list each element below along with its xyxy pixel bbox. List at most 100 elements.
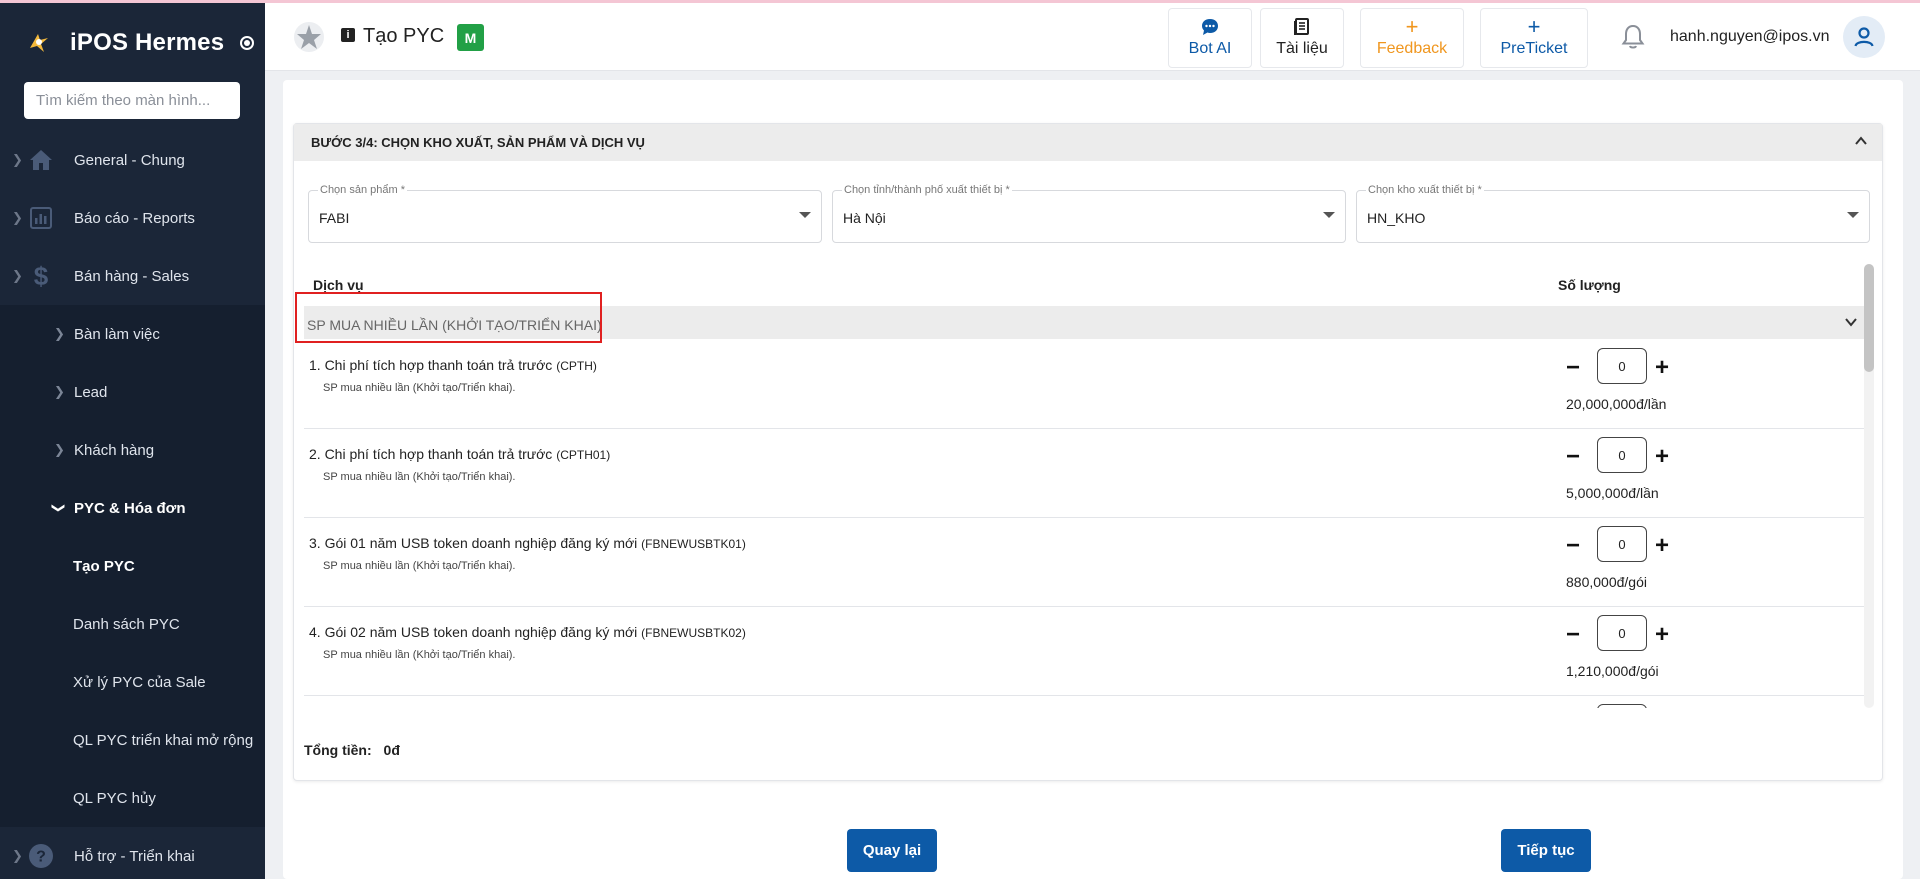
province-select-label: Chọn tỉnh/thành phố xuất thiết bị * xyxy=(842,184,1012,196)
back-button[interactable]: Quay lại xyxy=(847,829,937,872)
chevron-down-icon[interactable] xyxy=(1844,315,1858,329)
document-icon xyxy=(1293,18,1311,38)
product-select-label: Chọn sản phẩm * xyxy=(318,184,407,196)
decrement-button[interactable]: − xyxy=(1566,356,1580,380)
tai-lieu-button[interactable]: Tài liệu xyxy=(1260,8,1344,68)
step-title: BƯỚC 3/4: CHỌN KHO XUẤT, SẢN PHẨM VÀ DỊC… xyxy=(311,135,645,150)
dropdown-arrow-icon xyxy=(799,212,811,218)
item-description: SP mua nhiều lần (Khởi tạo/Triển khai). xyxy=(323,382,516,394)
province-select-value: Hà Nội xyxy=(843,210,886,226)
chevron-right-icon: ❯ xyxy=(12,268,23,283)
info-icon[interactable]: i xyxy=(341,28,355,42)
quantity-column-header: Số lượng xyxy=(1558,277,1621,293)
chevron-right-icon: ❯ xyxy=(12,848,23,863)
chevron-up-icon[interactable] xyxy=(1854,134,1868,148)
top-header: i Tạo PYC M Bot AI Tài liệu + Feedback +… xyxy=(265,3,1920,71)
item-description: SP mua nhiều lần (Khởi tạo/Triển khai). xyxy=(323,471,516,483)
app-name: iPOS Hermes xyxy=(70,29,225,56)
service-column-header: Dịch vụ xyxy=(313,277,364,293)
dropdown-arrow-icon xyxy=(1323,212,1335,218)
step-header[interactable]: BƯỚC 3/4: CHỌN KHO XUẤT, SẢN PHẨM VÀ DỊC… xyxy=(294,124,1882,161)
sidebar-item-tao-pyc[interactable]: Tạo PYC xyxy=(0,537,265,595)
user-avatar-icon[interactable] xyxy=(1843,16,1885,58)
bot-ai-button[interactable]: Bot AI xyxy=(1168,8,1252,68)
warehouse-select[interactable]: Chọn kho xuất thiết bị * HN_KHO xyxy=(1356,184,1870,243)
sidebar-item-danh-sach-pyc[interactable]: Danh sách PYC xyxy=(0,595,265,653)
item-name: 3. Gói 01 năm USB token doanh nghiệp đăn… xyxy=(309,535,746,551)
sidebar-item-ho-tro[interactable]: ❯ ? Hỗ trợ - Triển khai xyxy=(0,827,265,879)
increment-button[interactable]: + xyxy=(1655,356,1669,380)
home-icon xyxy=(28,147,54,173)
ipos-logo-icon xyxy=(30,34,48,52)
warehouse-select-label: Chọn kho xuất thiết bị * xyxy=(1366,184,1484,196)
list-item: 1. Chi phí tích hợp thanh toán trả trước… xyxy=(304,340,1864,429)
item-description: SP mua nhiều lần (Khởi tạo/Triển khai). xyxy=(323,649,516,661)
list-item: 3. Gói 01 năm USB token doanh nghiệp đăn… xyxy=(304,518,1864,607)
item-price: 5,000,000đ/lần xyxy=(1566,485,1659,501)
sidebar-item-ban-lam-viec[interactable]: ❯ Bàn làm việc xyxy=(0,305,265,363)
sidebar-item-label: Báo cáo - Reports xyxy=(74,209,195,227)
dropdown-arrow-icon xyxy=(1847,212,1859,218)
next-button[interactable]: Tiếp tục xyxy=(1501,829,1591,872)
sidebar-item-label: Bàn làm việc xyxy=(74,325,160,343)
list-item: 4. Gói 02 năm USB token doanh nghiệp đăn… xyxy=(304,607,1864,696)
sidebar-item-xu-ly-pyc[interactable]: Xử lý PYC của Sale xyxy=(0,653,265,711)
decrement-button[interactable]: − xyxy=(1566,445,1580,469)
quantity-input[interactable]: 0 xyxy=(1597,526,1647,562)
sidebar-item-lead[interactable]: ❯ Lead xyxy=(0,363,265,421)
product-select[interactable]: Chọn sản phẩm * FABI xyxy=(308,184,822,243)
province-select[interactable]: Chọn tỉnh/thành phố xuất thiết bị * Hà N… xyxy=(832,184,1346,243)
sidebar-item-label: General - Chung xyxy=(74,151,185,169)
quantity-input[interactable]: 0 xyxy=(1597,437,1647,473)
item-price: 20,000,000đ/lần xyxy=(1566,396,1667,412)
quantity-input[interactable]: 0 xyxy=(1597,615,1647,651)
total-label: Tổng tiền: xyxy=(304,742,372,758)
sidebar-item-pyc-hoa-don[interactable]: ❯ PYC & Hóa đơn xyxy=(0,479,265,537)
list-item: 2. Chi phí tích hợp thanh toán trả trước… xyxy=(304,429,1864,518)
brand[interactable]: iPOS Hermes xyxy=(0,3,265,83)
chevron-right-icon: ❯ xyxy=(54,384,65,399)
sales-submenu: ❯ Bàn làm việc ❯ Lead ❯ Khách hàng ❯ PYC… xyxy=(0,305,265,827)
sidebar-item-reports[interactable]: ❯ Báo cáo - Reports xyxy=(0,189,265,247)
warehouse-select-value: HN_KHO xyxy=(1367,210,1426,226)
report-chart-icon xyxy=(28,205,54,231)
decrement-button[interactable]: − xyxy=(1566,534,1580,558)
sidebar-item-label: Hỗ trợ - Triển khai xyxy=(74,847,195,865)
chat-bubble-icon xyxy=(1201,18,1219,38)
chevron-right-icon: ❯ xyxy=(54,326,65,341)
main-content: BƯỚC 3/4: CHỌN KHO XUẤT, SẢN PHẨM VÀ DỊC… xyxy=(283,80,1903,879)
item-name: 2. Chi phí tích hợp thanh toán trả trước… xyxy=(309,446,611,462)
item-price: 880,000đ/gói xyxy=(1566,574,1647,590)
sidebar-item-label: Khách hàng xyxy=(74,441,155,459)
increment-button[interactable]: + xyxy=(1655,534,1669,558)
product-select-value: FABI xyxy=(319,210,350,226)
quantity-input[interactable]: 0 xyxy=(1597,348,1647,384)
plus-icon: + xyxy=(1527,14,1541,39)
sidebar-item-ql-pyc-huy[interactable]: QL PYC hủy xyxy=(0,769,265,827)
svg-text:?: ? xyxy=(36,849,46,866)
item-description: SP mua nhiều lần (Khởi tạo/Triển khai). xyxy=(323,560,516,572)
item-price: 1,210,000đ/gói xyxy=(1566,663,1659,679)
sidebar-item-khach-hang[interactable]: ❯ Khách hàng xyxy=(0,421,265,479)
sidebar-search-input[interactable] xyxy=(24,82,240,119)
highlight-box xyxy=(295,292,602,343)
plus-icon: + xyxy=(1405,14,1419,39)
radio-dot-icon[interactable] xyxy=(240,36,255,50)
chevron-right-icon: ❯ xyxy=(12,152,23,167)
feedback-button[interactable]: + Feedback xyxy=(1360,8,1464,68)
list-item xyxy=(304,696,1864,708)
item-name: 4. Gói 02 năm USB token doanh nghiệp đăn… xyxy=(309,624,746,640)
quantity-input[interactable] xyxy=(1597,704,1647,708)
sidebar-nav: ❯ General - Chung ❯ Báo cáo - Reports ❯ … xyxy=(0,131,265,879)
sidebar-item-sales[interactable]: ❯ $ Bán hàng - Sales xyxy=(0,247,265,305)
star-icon[interactable] xyxy=(293,21,325,53)
preticket-button[interactable]: + PreTicket xyxy=(1480,8,1588,68)
user-email[interactable]: hanh.nguyen@ipos.vn xyxy=(1670,28,1829,46)
decrement-button[interactable]: − xyxy=(1566,623,1580,647)
increment-button[interactable]: + xyxy=(1655,445,1669,469)
sidebar-item-general[interactable]: ❯ General - Chung xyxy=(0,131,265,189)
status-badge: M xyxy=(457,24,484,51)
sidebar-item-ql-pyc-trien-khai[interactable]: QL PYC triển khai mở rộng xyxy=(0,711,265,769)
bell-icon[interactable] xyxy=(1619,23,1647,51)
increment-button[interactable]: + xyxy=(1655,623,1669,647)
